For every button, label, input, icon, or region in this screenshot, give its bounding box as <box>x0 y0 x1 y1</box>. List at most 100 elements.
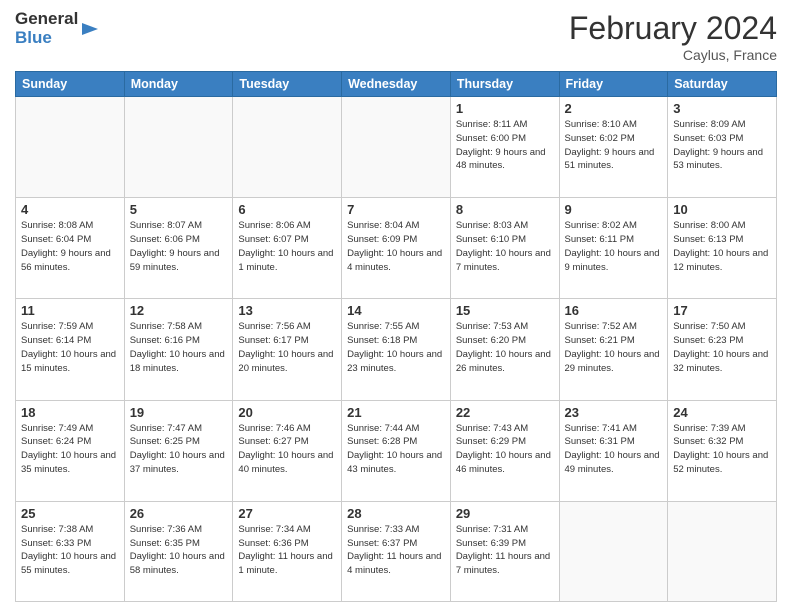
day-number: 23 <box>565 405 663 420</box>
calendar-week-row: 4Sunrise: 8:08 AMSunset: 6:04 PMDaylight… <box>16 198 777 299</box>
day-info: Sunrise: 7:49 AMSunset: 6:24 PMDaylight:… <box>21 422 119 477</box>
table-row: 1 Sunrise: 8:11 AMSunset: 6:00 PMDaylight… <box>450 97 559 198</box>
table-row: 6Sunrise: 8:06 AMSunset: 6:07 PMDaylight… <box>233 198 342 299</box>
day-number: 16 <box>565 303 663 318</box>
day-info: Sunrise: 7:46 AMSunset: 6:27 PMDaylight:… <box>238 422 336 477</box>
day-info: Sunrise: 7:53 AMSunset: 6:20 PMDaylight:… <box>456 320 554 375</box>
th-monday: Monday <box>124 72 233 97</box>
table-row: 15 Sunrise: 7:53 AMSunset: 6:20 PMDayligh… <box>450 299 559 400</box>
table-row: 24 Sunrise: 7:39 AMSunset: 6:32 PMDayligh… <box>668 400 777 501</box>
day-number: 25 <box>21 506 119 521</box>
day-number: 13 <box>238 303 336 318</box>
day-number: 2 <box>565 101 663 116</box>
table-row: 4Sunrise: 8:08 AMSunset: 6:04 PMDaylight… <box>16 198 125 299</box>
logo: General Blue <box>15 10 100 47</box>
table-row: 28Sunrise: 7:33 AMSunset: 6:37 PMDayligh… <box>342 501 451 601</box>
day-info: Sunrise: 7:41 AMSunset: 6:31 PMDaylight:… <box>565 422 663 477</box>
day-info: Sunrise: 8:04 AMSunset: 6:09 PMDaylight:… <box>347 219 445 274</box>
day-number: 22 <box>456 405 554 420</box>
day-info: Sunrise: 7:33 AMSunset: 6:37 PMDaylight:… <box>347 523 445 578</box>
table-row: 10Sunrise: 8:00 AMSunset: 6:13 PMDayligh… <box>668 198 777 299</box>
day-info: Sunrise: 8:00 AMSunset: 6:13 PMDaylight:… <box>673 219 771 274</box>
logo-general: General <box>15 10 78 29</box>
table-row: 12 Sunrise: 7:58 AMSunset: 6:16 PMDayligh… <box>124 299 233 400</box>
logo-arrow-icon <box>80 19 100 39</box>
day-number: 3 <box>673 101 771 116</box>
day-info: Sunrise: 7:43 AMSunset: 6:29 PMDaylight:… <box>456 422 554 477</box>
table-row <box>342 97 451 198</box>
day-info: Sunrise: 7:31 AMSunset: 6:39 PMDaylight:… <box>456 523 554 578</box>
table-row: 18 Sunrise: 7:49 AMSunset: 6:24 PMDayligh… <box>16 400 125 501</box>
table-row <box>233 97 342 198</box>
day-number: 27 <box>238 506 336 521</box>
th-wednesday: Wednesday <box>342 72 451 97</box>
day-number: 7 <box>347 202 445 217</box>
logo-inner: General Blue <box>15 10 100 47</box>
table-row: 11 Sunrise: 7:59 AMSunset: 6:14 PMDayligh… <box>16 299 125 400</box>
table-row: 5 Sunrise: 8:07 AMSunset: 6:06 PMDaylight… <box>124 198 233 299</box>
day-info: Sunrise: 7:56 AMSunset: 6:17 PMDaylight:… <box>238 320 336 375</box>
table-row <box>124 97 233 198</box>
day-number: 29 <box>456 506 554 521</box>
table-row: 17 Sunrise: 7:50 AMSunset: 6:23 PMDayligh… <box>668 299 777 400</box>
table-row: 16 Sunrise: 7:52 AMSunset: 6:21 PMDayligh… <box>559 299 668 400</box>
day-number: 24 <box>673 405 771 420</box>
th-tuesday: Tuesday <box>233 72 342 97</box>
day-number: 26 <box>130 506 228 521</box>
table-row: 22 Sunrise: 7:43 AMSunset: 6:29 PMDayligh… <box>450 400 559 501</box>
calendar-week-row: 1 Sunrise: 8:11 AMSunset: 6:00 PMDaylight… <box>16 97 777 198</box>
day-info: Sunrise: 7:55 AMSunset: 6:18 PMDaylight:… <box>347 320 445 375</box>
table-row: 25 Sunrise: 7:38 AMSunset: 6:33 PMDayligh… <box>16 501 125 601</box>
day-info: Sunrise: 7:36 AMSunset: 6:35 PMDaylight:… <box>130 523 228 578</box>
th-sunday: Sunday <box>16 72 125 97</box>
page: General Blue February 2024 Caylus, Franc… <box>0 0 792 612</box>
day-info: Sunrise: 8:03 AMSunset: 6:10 PMDaylight:… <box>456 219 554 274</box>
day-number: 12 <box>130 303 228 318</box>
day-info: Sunrise: 8:02 AMSunset: 6:11 PMDaylight:… <box>565 219 663 274</box>
day-info: Sunrise: 7:39 AMSunset: 6:32 PMDaylight:… <box>673 422 771 477</box>
day-info: Sunrise: 7:38 AMSunset: 6:33 PMDaylight:… <box>21 523 119 578</box>
table-row: 13 Sunrise: 7:56 AMSunset: 6:17 PMDayligh… <box>233 299 342 400</box>
calendar-table: Sunday Monday Tuesday Wednesday Thursday… <box>15 71 777 602</box>
day-number: 1 <box>456 101 554 116</box>
month-title: February 2024 <box>569 10 777 47</box>
day-number: 21 <box>347 405 445 420</box>
day-number: 14 <box>347 303 445 318</box>
day-number: 8 <box>456 202 554 217</box>
day-info: Sunrise: 7:52 AMSunset: 6:21 PMDaylight:… <box>565 320 663 375</box>
calendar-week-row: 25 Sunrise: 7:38 AMSunset: 6:33 PMDayligh… <box>16 501 777 601</box>
day-number: 18 <box>21 405 119 420</box>
table-row: 14 Sunrise: 7:55 AMSunset: 6:18 PMDayligh… <box>342 299 451 400</box>
table-row: 8 Sunrise: 8:03 AMSunset: 6:10 PMDaylight… <box>450 198 559 299</box>
table-row: 21Sunrise: 7:44 AMSunset: 6:28 PMDayligh… <box>342 400 451 501</box>
day-info: Sunrise: 8:07 AMSunset: 6:06 PMDaylight:… <box>130 219 228 274</box>
table-row: 9Sunrise: 8:02 AMSunset: 6:11 PMDaylight… <box>559 198 668 299</box>
table-row: 29 Sunrise: 7:31 AMSunset: 6:39 PMDayligh… <box>450 501 559 601</box>
logo-blue: Blue <box>15 29 78 48</box>
calendar-week-row: 11 Sunrise: 7:59 AMSunset: 6:14 PMDayligh… <box>16 299 777 400</box>
day-number: 11 <box>21 303 119 318</box>
day-header-row: Sunday Monday Tuesday Wednesday Thursday… <box>16 72 777 97</box>
th-saturday: Saturday <box>668 72 777 97</box>
day-number: 17 <box>673 303 771 318</box>
title-block: February 2024 Caylus, France <box>569 10 777 63</box>
calendar-week-row: 18 Sunrise: 7:49 AMSunset: 6:24 PMDayligh… <box>16 400 777 501</box>
day-info: Sunrise: 7:58 AMSunset: 6:16 PMDaylight:… <box>130 320 228 375</box>
logo-text-lines: General Blue <box>15 10 78 47</box>
table-row <box>16 97 125 198</box>
day-info: Sunrise: 8:11 AMSunset: 6:00 PMDaylight:… <box>456 118 554 173</box>
location: Caylus, France <box>569 47 777 63</box>
header: General Blue February 2024 Caylus, Franc… <box>15 10 777 63</box>
day-number: 19 <box>130 405 228 420</box>
day-info: Sunrise: 7:59 AMSunset: 6:14 PMDaylight:… <box>21 320 119 375</box>
day-number: 15 <box>456 303 554 318</box>
day-info: Sunrise: 8:06 AMSunset: 6:07 PMDaylight:… <box>238 219 336 274</box>
day-info: Sunrise: 7:50 AMSunset: 6:23 PMDaylight:… <box>673 320 771 375</box>
table-row: 19Sunrise: 7:47 AMSunset: 6:25 PMDayligh… <box>124 400 233 501</box>
day-number: 5 <box>130 202 228 217</box>
day-number: 4 <box>21 202 119 217</box>
table-row <box>668 501 777 601</box>
table-row: 3Sunrise: 8:09 AMSunset: 6:03 PMDaylight… <box>668 97 777 198</box>
th-thursday: Thursday <box>450 72 559 97</box>
table-row: 27Sunrise: 7:34 AMSunset: 6:36 PMDayligh… <box>233 501 342 601</box>
